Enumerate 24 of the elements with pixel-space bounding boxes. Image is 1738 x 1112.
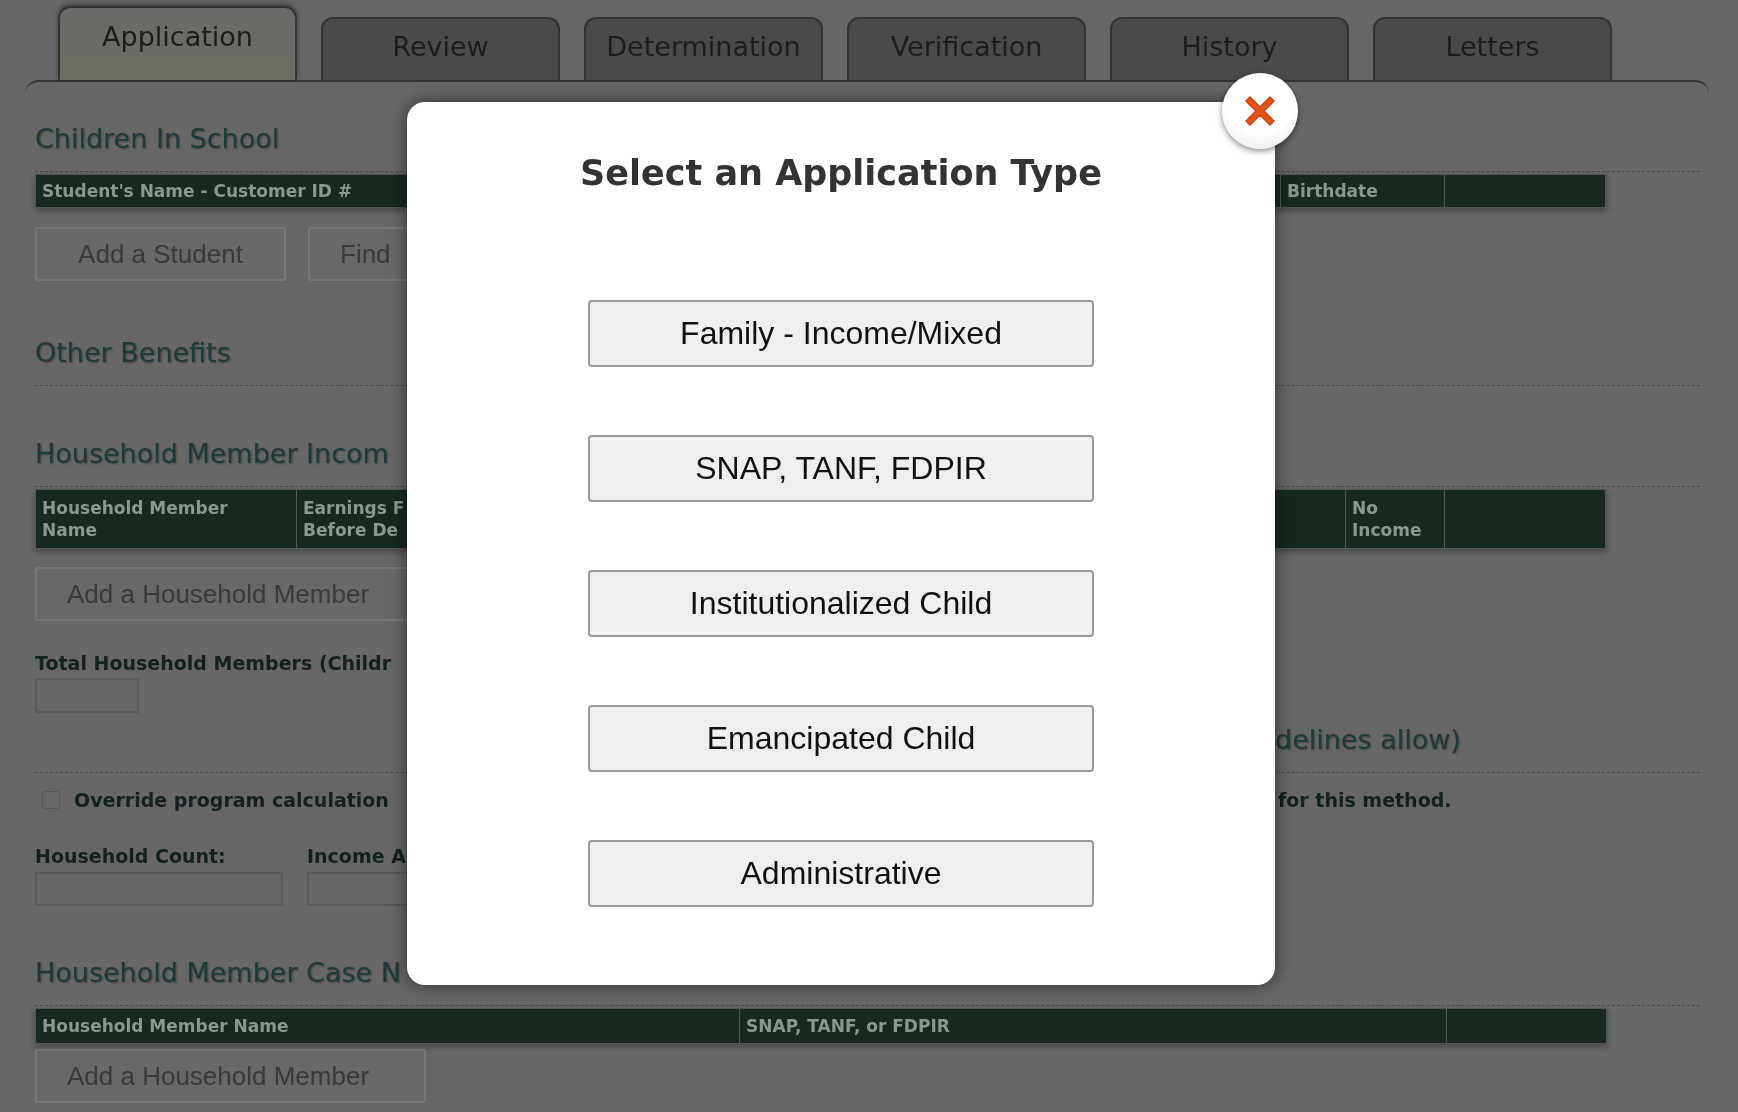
tab[interactable]: Application xyxy=(58,6,297,80)
checkbox-label: Override program calculation xyxy=(74,788,390,812)
option-button[interactable]: SNAP, TANF, FDPIR xyxy=(588,435,1094,502)
column-header: Birthdate xyxy=(1287,180,1378,202)
option-button[interactable]: Administrative xyxy=(588,840,1094,907)
option-button[interactable]: Institutionalized Child xyxy=(588,570,1094,637)
column-header: Earnings F Before De xyxy=(303,497,405,541)
field-label: Household Count: xyxy=(35,844,226,868)
option-button[interactable]: Family - Income/Mixed xyxy=(588,300,1094,367)
column-header: Household Member Name xyxy=(42,497,229,541)
column-header: SNAP, TANF, or FDPIR xyxy=(746,1015,950,1037)
column-header: Household Member Name xyxy=(42,1015,289,1037)
field-label: Income A xyxy=(307,844,406,868)
field-label: Total Household Members (Childr xyxy=(35,651,392,675)
section-heading: Household Member Incom xyxy=(35,437,389,471)
modal-title: Select an Application Type xyxy=(580,152,1102,194)
note-text: for this method. xyxy=(1278,788,1452,812)
option-button[interactable]: Emancipated Child xyxy=(588,705,1094,772)
section-heading: Household Member Case N xyxy=(35,956,401,990)
section-heading: delines allow) xyxy=(1275,723,1461,757)
section-heading: Other Benefits xyxy=(35,336,231,370)
section-heading: Children In School xyxy=(35,122,280,156)
column-header: Student's Name - Customer ID # xyxy=(42,180,353,202)
column-header: No Income xyxy=(1352,497,1422,541)
